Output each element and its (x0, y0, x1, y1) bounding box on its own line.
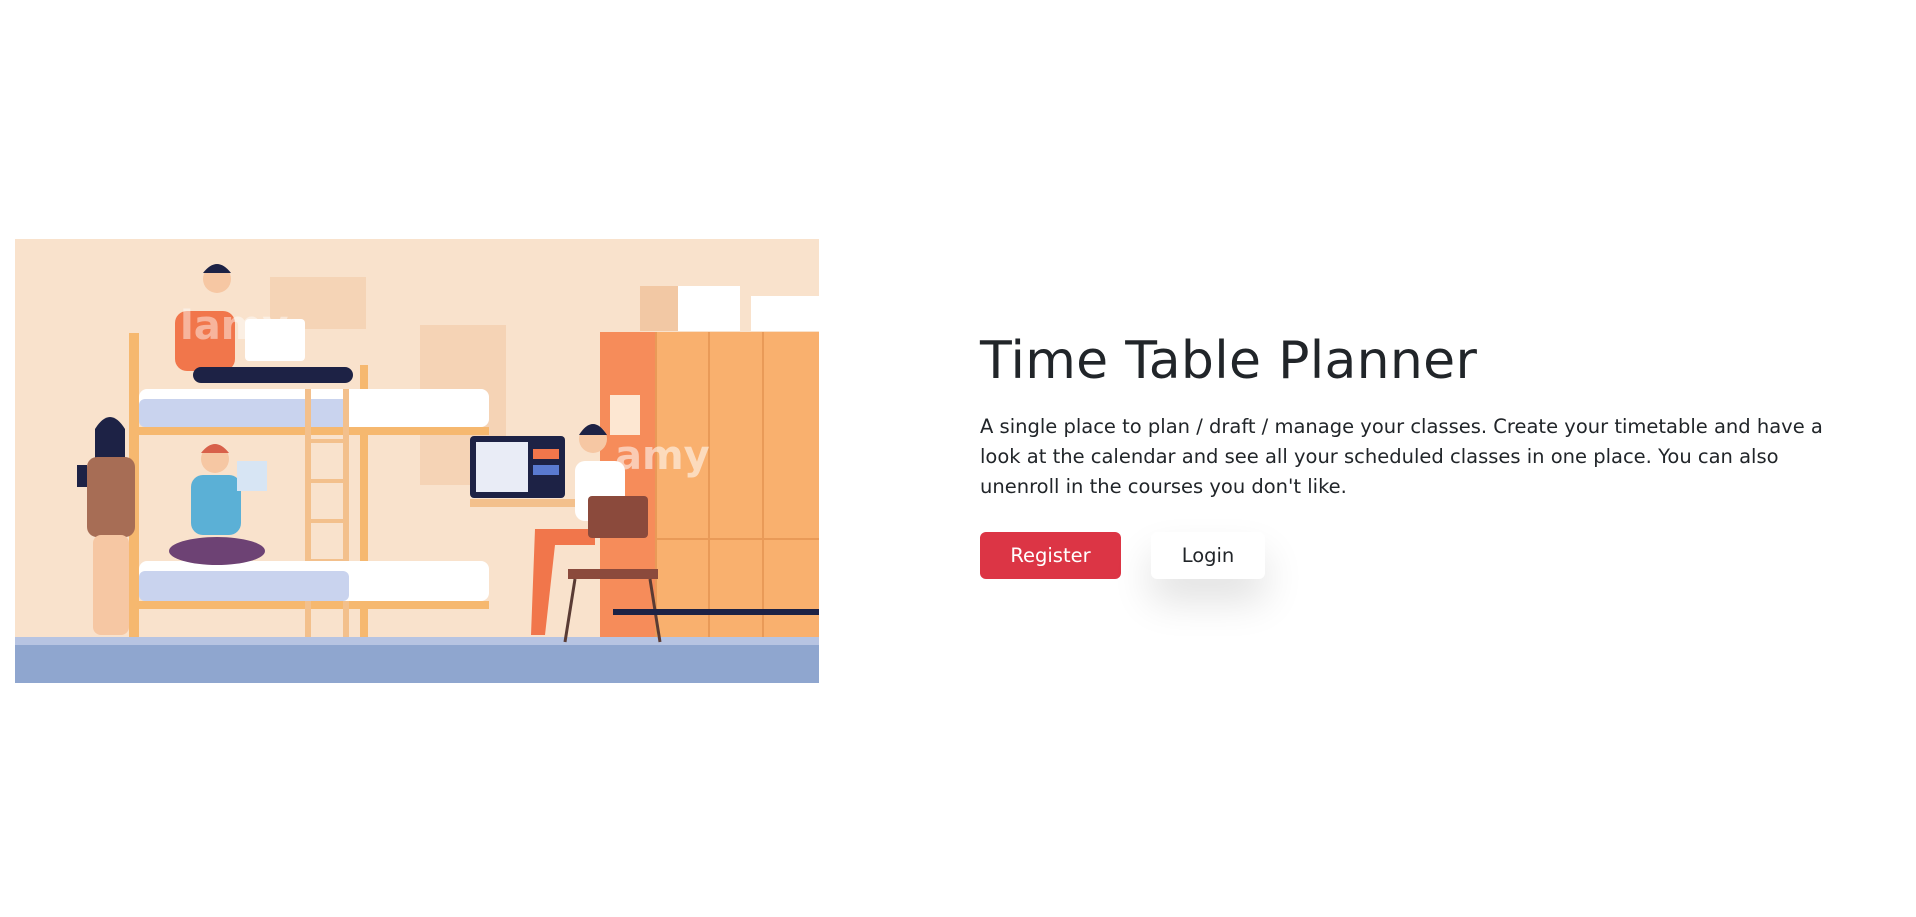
page-description: A single place to plan / draft / manage … (980, 415, 1823, 499)
register-button[interactable]: Register (980, 532, 1121, 580)
hero-illustration: amy lamy (15, 239, 819, 683)
landing-page: amy lamy Time Table Planner A single pla… (0, 0, 1916, 917)
page-title: Time Table Planner (980, 331, 1478, 391)
action-buttons: Register Login (980, 532, 1860, 580)
svg-text:lamy: lamy (180, 303, 288, 349)
svg-text:amy: amy (615, 433, 710, 479)
hero-content: Time Table Planner A single place to pla… (980, 330, 1860, 580)
login-button[interactable]: Login (1151, 532, 1265, 580)
